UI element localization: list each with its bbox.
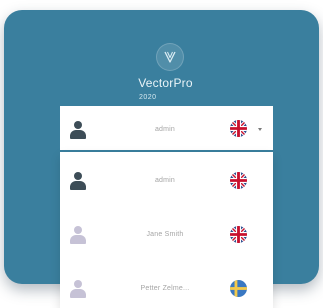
- user-option-name: Jane Smith: [146, 231, 184, 238]
- user-dropdown-list: admin Jane Smith Petter Zelme...: [60, 152, 273, 308]
- selected-username: admin: [154, 126, 176, 133]
- uk-flag-icon[interactable]: [230, 120, 247, 137]
- vectorpro-logo-icon: [156, 43, 184, 71]
- user-avatar-icon: [70, 226, 86, 244]
- app-version: 2020: [139, 94, 157, 101]
- chevron-down-icon[interactable]: [258, 128, 262, 131]
- user-option-admin[interactable]: admin: [60, 156, 273, 206]
- brand-name: VectorPro: [138, 76, 193, 90]
- uk-flag-icon: [230, 172, 247, 189]
- user-avatar-icon: [70, 121, 86, 139]
- user-option-jane-smith[interactable]: Jane Smith: [60, 210, 273, 260]
- user-option-name: Petter Zelme...: [140, 285, 190, 292]
- user-option-petter[interactable]: Petter Zelme...: [60, 264, 273, 308]
- sweden-flag-icon: [230, 280, 247, 297]
- user-option-name: admin: [154, 177, 176, 184]
- user-avatar-icon: [70, 172, 86, 190]
- user-avatar-icon: [70, 280, 86, 298]
- login-screen: VectorPro 2020 admin admin Jane Smith Pe…: [0, 0, 323, 308]
- user-select-dropdown[interactable]: admin: [60, 106, 273, 152]
- uk-flag-icon: [230, 226, 247, 243]
